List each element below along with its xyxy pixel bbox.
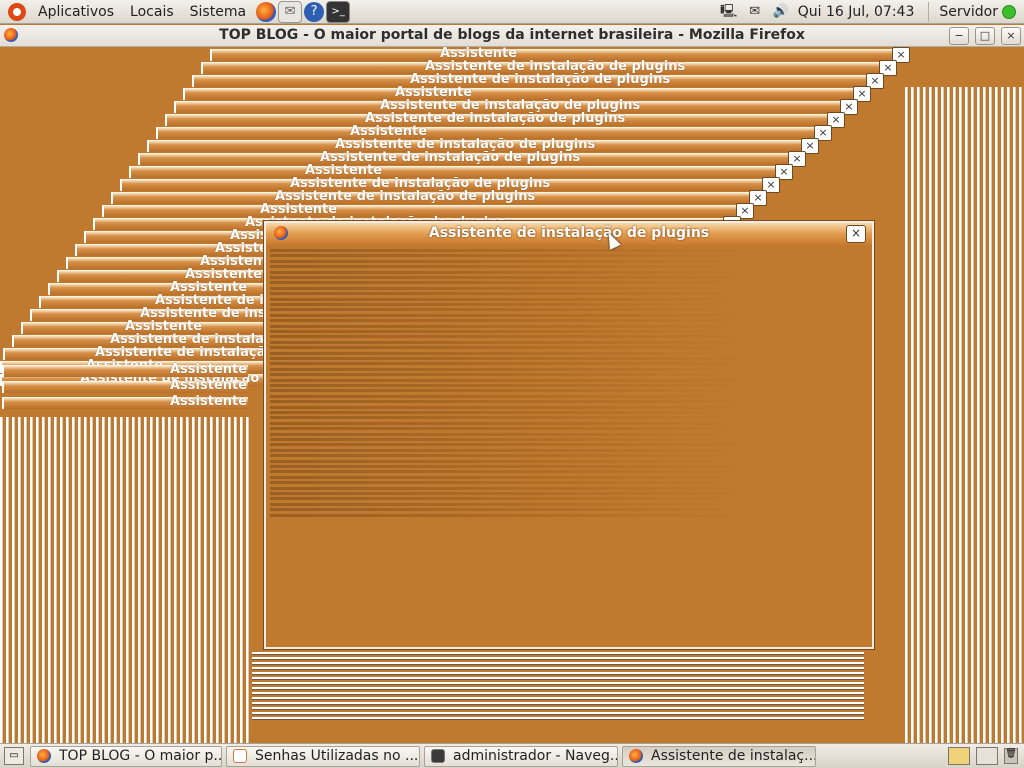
scanline [270, 292, 760, 296]
scanline [270, 421, 760, 425]
scanline [270, 270, 760, 274]
task-administrador[interactable]: administrador - Naveg... [424, 745, 618, 767]
scanline [270, 513, 750, 517]
scanline [270, 411, 740, 414]
firefox-window-title: TOP BLOG - O maior portal de blogs da in… [219, 27, 805, 43]
scanline [270, 416, 730, 420]
task-topblog[interactable]: TOP BLOG - O maior p... [30, 745, 222, 767]
scanline [270, 378, 760, 382]
scanline [270, 265, 730, 269]
ghost-title-text: Assistente [170, 394, 248, 409]
terminal-icon [431, 749, 445, 763]
scanline [270, 384, 750, 387]
firefox-icon [37, 749, 51, 763]
scanline [270, 438, 730, 441]
scanline [270, 330, 730, 333]
scanline [270, 335, 760, 339]
trail-streaks-right [905, 87, 1024, 743]
volume-icon[interactable]: 🔊 [771, 4, 791, 20]
scanline [270, 389, 740, 393]
document-icon [233, 749, 247, 763]
mail-icon[interactable]: ✉ [278, 0, 303, 23]
plugin-installer-dialog[interactable]: Assistente de instalação de plugins × [264, 221, 874, 649]
scanline [270, 313, 760, 317]
firefox-icon [629, 749, 643, 763]
scanline [270, 276, 750, 279]
scanline [270, 427, 750, 431]
scanline [270, 351, 730, 355]
scanline [270, 259, 740, 263]
ghost-title-text: Assistente [170, 378, 248, 393]
scanline [270, 297, 750, 301]
top-panel: Aplicativos Locais Sistema ✉ ? >_ 🖳 ✉ 🔊 … [0, 0, 1024, 24]
scanline [270, 454, 740, 458]
ubuntu-logo-icon[interactable] [8, 2, 26, 21]
ghost-title-text: Assistente [170, 362, 248, 377]
scanline [270, 492, 750, 495]
minimize-button[interactable]: − [949, 27, 969, 45]
dialog-title: Assistente de instalação de plugins [428, 225, 710, 241]
scanline [270, 281, 740, 285]
dialog-titlebar[interactable]: Assistente de instalação de plugins × [266, 223, 872, 245]
scanline [270, 357, 760, 360]
scanline [270, 400, 760, 404]
maximize-button[interactable]: □ [975, 27, 995, 45]
scanline [270, 340, 750, 344]
dialog-body-artifacts [270, 247, 868, 643]
scanline [270, 470, 750, 474]
show-desktop-button[interactable]: ▭ [4, 747, 24, 765]
scanline [270, 465, 760, 468]
firefox-icon[interactable] [256, 1, 277, 22]
scanline [270, 324, 740, 328]
task-label: TOP BLOG - O maior p... [59, 748, 222, 764]
scanline [270, 405, 750, 409]
task-label: administrador - Naveg... [453, 748, 618, 764]
dialog-close-button[interactable]: × [846, 225, 866, 243]
workspace-2[interactable] [976, 747, 998, 765]
scanline [270, 286, 730, 290]
workspace-1[interactable] [948, 747, 970, 765]
scanline [270, 254, 750, 258]
help-icon[interactable]: ? [304, 1, 325, 22]
scanline [270, 303, 740, 306]
user-menu[interactable]: Servidor [933, 4, 1002, 20]
scanline [270, 346, 740, 350]
bottom-panel: ▭ TOP BLOG - O maior p... Senhas Utiliza… [0, 743, 1024, 768]
scanline [270, 508, 760, 512]
mail-notify-icon[interactable]: ✉ [745, 4, 765, 20]
task-label: Assistente de instalaç... [651, 748, 816, 764]
task-label: Senhas Utilizadas no ... [255, 748, 419, 764]
scanline [270, 249, 760, 252]
scanline [270, 486, 760, 490]
scanline [270, 367, 740, 371]
user-status-icon[interactable] [1002, 4, 1016, 19]
close-window-button[interactable]: × [1001, 27, 1021, 45]
scanline [270, 475, 740, 479]
menu-applications[interactable]: Aplicativos [30, 4, 122, 20]
menu-places[interactable]: Locais [122, 4, 182, 20]
scanline [270, 362, 750, 366]
trail-streaks-left [0, 417, 250, 743]
scanline [270, 497, 740, 501]
task-assistente[interactable]: Assistente de instalaç... [622, 745, 816, 767]
scanline [270, 308, 730, 312]
scanline [270, 432, 740, 436]
menu-system[interactable]: Sistema [182, 4, 254, 20]
scanline [270, 394, 730, 398]
trail-streaks-bottom [252, 652, 864, 722]
scanline [270, 502, 730, 506]
clock[interactable]: Qui 16 Jul, 07:43 [794, 4, 925, 20]
scanline [270, 443, 760, 447]
network-icon[interactable]: 🖳 [719, 4, 739, 20]
task-senhas[interactable]: Senhas Utilizadas no ... [226, 745, 420, 767]
scanline [270, 459, 730, 463]
firefox-window-titlebar[interactable]: TOP BLOG - O maior portal de blogs da in… [0, 25, 1024, 47]
scanline [270, 481, 730, 485]
terminal-icon[interactable]: >_ [326, 0, 351, 23]
trash-icon[interactable]: 🗑 [1004, 748, 1018, 764]
scanline [270, 373, 730, 377]
scanline [270, 319, 750, 323]
panel-separator [928, 1, 930, 22]
scanline [270, 448, 750, 452]
